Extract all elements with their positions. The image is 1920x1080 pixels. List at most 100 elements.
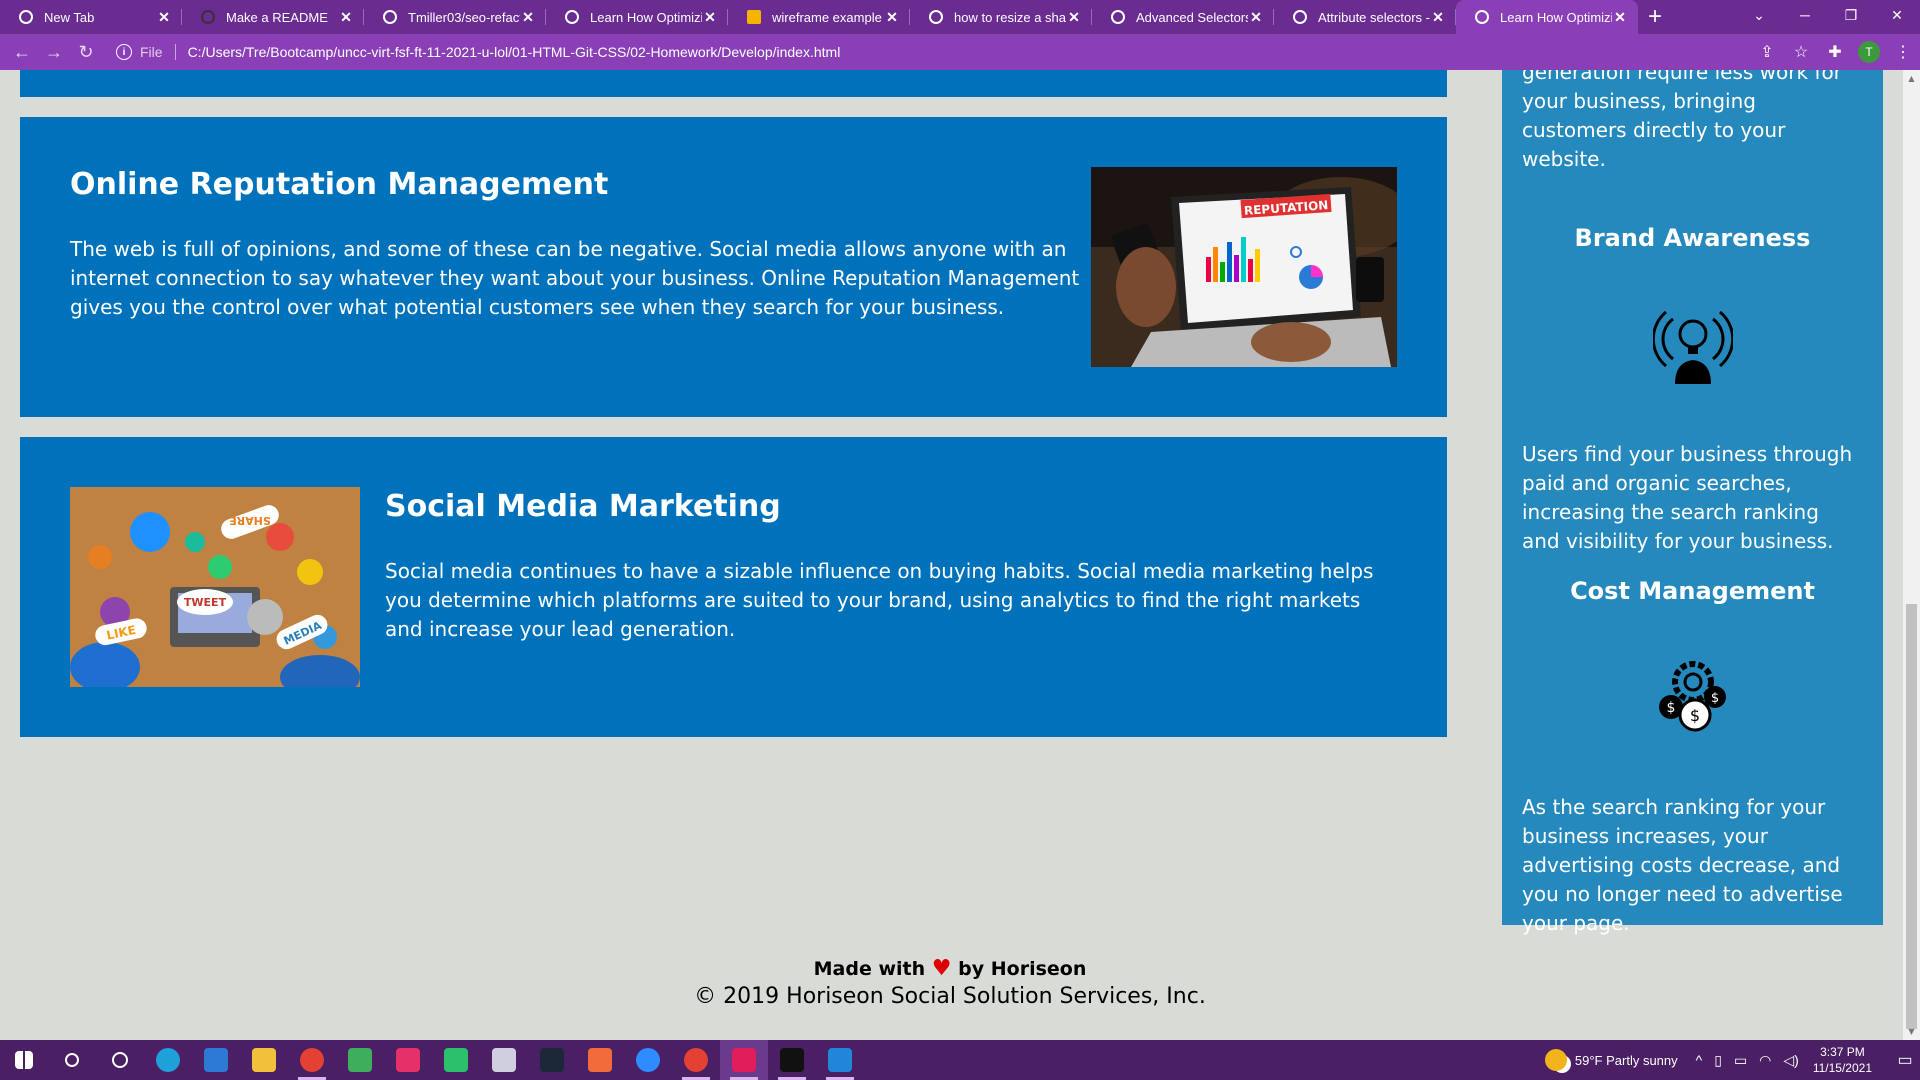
smm-paragraph: Social media continues to have a sizable… bbox=[385, 559, 1374, 641]
globe-icon bbox=[1110, 9, 1126, 25]
tab-close-icon[interactable]: ✕ bbox=[702, 9, 718, 26]
page-footer: Made with ♥ by Horiseon © 2019 Horiseon … bbox=[0, 955, 1900, 1011]
notification-icon[interactable]: ▭ bbox=[1890, 1050, 1920, 1070]
smm-heading: Social Media Marketing bbox=[385, 489, 781, 524]
vscode-icon[interactable] bbox=[816, 1040, 864, 1080]
tab-close-icon[interactable]: ✕ bbox=[1066, 9, 1082, 26]
browser-tab[interactable]: Advanced Selectors w✕ bbox=[1092, 0, 1274, 34]
robinhood-icon[interactable] bbox=[432, 1040, 480, 1080]
folder-icon[interactable] bbox=[480, 1040, 528, 1080]
minimize-button[interactable]: ─ bbox=[1782, 0, 1828, 30]
tab-title: Make a README bbox=[226, 9, 328, 25]
zoom-icon[interactable] bbox=[624, 1040, 672, 1080]
scroll-up-arrow-icon[interactable]: ▲ bbox=[1903, 70, 1920, 87]
git-icon[interactable] bbox=[336, 1040, 384, 1080]
browser-tab[interactable]: Make a README ✕ bbox=[182, 0, 364, 34]
tab-title: Attribute selectors - C bbox=[1318, 9, 1430, 25]
clock-time: 3:37 PM bbox=[1820, 1045, 1865, 1059]
tab-search-icon[interactable]: ⌄ bbox=[1736, 0, 1782, 30]
made-with-line: Made with ♥ by Horiseon bbox=[0, 955, 1900, 983]
page-viewport: Online Reputation Management The web is … bbox=[0, 70, 1920, 1040]
chrome-active-icon[interactable] bbox=[672, 1040, 720, 1080]
system-tray: 59°F Partly sunny ^ ▯ ▭ ◠ ◁) 3:37 PM 11/… bbox=[1544, 1040, 1920, 1080]
svg-text:$: $ bbox=[1667, 700, 1676, 716]
social-media-collage-image: SHARE TWEET LIKE MEDIA bbox=[70, 487, 360, 687]
tab-close-icon[interactable]: ✕ bbox=[1430, 9, 1446, 26]
tab-close-icon[interactable]: ✕ bbox=[156, 9, 172, 26]
cost-management-icon: $ $ $ bbox=[1659, 661, 1726, 732]
wifi-icon[interactable]: ◠ bbox=[1759, 1052, 1771, 1069]
edge-icon[interactable] bbox=[144, 1040, 192, 1080]
windows-start-icon[interactable] bbox=[0, 1040, 48, 1080]
scroll-down-arrow-icon[interactable]: ▼ bbox=[1903, 1023, 1920, 1040]
browser-tab[interactable]: wireframe example - G✕ bbox=[728, 0, 910, 34]
tray-icons: ^ ▯ ▭ ◠ ◁) bbox=[1696, 1052, 1799, 1069]
page-scrollbar[interactable]: ▲ ▼ bbox=[1903, 70, 1920, 1040]
file-explorer-icon[interactable] bbox=[240, 1040, 288, 1080]
close-window-button[interactable]: ✕ bbox=[1874, 0, 1920, 30]
brand-awareness-icon bbox=[1653, 310, 1733, 384]
address-divider bbox=[174, 44, 176, 60]
terminal-icon[interactable] bbox=[768, 1040, 816, 1080]
chrome-icon[interactable] bbox=[288, 1040, 336, 1080]
cost-management-heading: Cost Management bbox=[1570, 577, 1815, 605]
tab-title: Tmiller03/seo-refactor bbox=[408, 9, 520, 25]
tab-close-icon[interactable]: ✕ bbox=[1248, 9, 1264, 26]
back-button[interactable]: ← bbox=[6, 36, 38, 68]
svg-text:$: $ bbox=[1690, 706, 1700, 725]
tab-close-icon[interactable]: ✕ bbox=[338, 9, 354, 26]
copyright-text: © 2019 Horiseon Social Solution Services… bbox=[694, 984, 1206, 1009]
taskbar-clock[interactable]: 3:37 PM 11/15/2021 bbox=[1813, 1044, 1872, 1076]
address-bar[interactable]: i File C:/Users/Tre/Bootcamp/uncc-virt-f… bbox=[116, 38, 1816, 66]
tab-title: New Tab bbox=[44, 9, 95, 25]
bookmark-star-icon[interactable]: ☆ bbox=[1784, 42, 1818, 62]
tab-close-icon[interactable]: ✕ bbox=[1612, 9, 1628, 26]
benefits-sidebar: generation require less work for your bu… bbox=[1502, 70, 1883, 935]
browser-tab[interactable]: New Tab ✕ bbox=[0, 0, 182, 34]
browser-tab[interactable]: Tmiller03/seo-refactor✕ bbox=[364, 0, 546, 34]
restore-button[interactable]: ❐ bbox=[1828, 0, 1874, 30]
tab-close-icon[interactable]: ✕ bbox=[520, 9, 536, 26]
reload-button[interactable]: ↻ bbox=[70, 36, 102, 68]
search-icon[interactable] bbox=[48, 1040, 96, 1080]
tweet-tag: TWEET bbox=[177, 589, 233, 615]
toolbar-actions: ⇪ ☆ ✚ T ⋮ bbox=[1750, 34, 1920, 70]
tab-title: how to resize a shape bbox=[954, 9, 1066, 25]
tab-title: Learn How Optimizing bbox=[1500, 9, 1612, 25]
browser-tab[interactable]: how to resize a shape✕ bbox=[910, 0, 1092, 34]
menu-kebab-icon[interactable]: ⋮ bbox=[1886, 42, 1920, 62]
extensions-icon[interactable]: ✚ bbox=[1818, 42, 1852, 62]
mdn-icon bbox=[1292, 9, 1308, 25]
slack-icon[interactable] bbox=[720, 1040, 768, 1080]
tab-close-icon[interactable]: ✕ bbox=[884, 9, 900, 26]
postman-icon[interactable] bbox=[576, 1040, 624, 1080]
tab-title: Advanced Selectors w bbox=[1136, 9, 1248, 25]
online-reputation-section: Online Reputation Management The web is … bbox=[20, 117, 1447, 417]
mail-icon[interactable] bbox=[192, 1040, 240, 1080]
weather-widget[interactable]: 59°F Partly sunny bbox=[1544, 1049, 1678, 1071]
browser-tab[interactable]: Learn How Optimizing✕ bbox=[1456, 0, 1638, 34]
chevron-up-icon[interactable]: ^ bbox=[1696, 1052, 1703, 1069]
globe-icon bbox=[564, 9, 580, 25]
share-icon[interactable]: ⇪ bbox=[1750, 42, 1784, 62]
browser-tab-strip: New Tab ✕ Make a README ✕ Tmiller03/seo-refa… bbox=[0, 0, 1920, 34]
info-icon[interactable]: i bbox=[116, 44, 132, 60]
url-text[interactable]: C:/Users/Tre/Bootcamp/uncc-virt-fsf-ft-1… bbox=[188, 44, 841, 60]
volume-icon[interactable]: ◁) bbox=[1783, 1052, 1798, 1069]
tab-title: wireframe example - G bbox=[772, 9, 884, 25]
display-icon[interactable]: ▭ bbox=[1734, 1052, 1747, 1069]
heart-icon: ♥ bbox=[931, 956, 952, 981]
taskbar-apps bbox=[0, 1040, 864, 1080]
task-view-icon[interactable] bbox=[96, 1040, 144, 1080]
brand-awareness-heading: Brand Awareness bbox=[1574, 224, 1811, 252]
device-icon[interactable]: ▯ bbox=[1714, 1052, 1722, 1069]
scrollbar-thumb[interactable] bbox=[1906, 604, 1917, 1029]
steam-icon[interactable] bbox=[528, 1040, 576, 1080]
new-tab-button[interactable]: + bbox=[1638, 0, 1672, 34]
weather-text: 59°F Partly sunny bbox=[1574, 1052, 1678, 1068]
profile-avatar[interactable]: T bbox=[1858, 41, 1880, 63]
rubymine-icon[interactable] bbox=[384, 1040, 432, 1080]
browser-tab[interactable]: Attribute selectors - C✕ bbox=[1274, 0, 1456, 34]
forward-button[interactable]: → bbox=[38, 36, 70, 68]
browser-tab[interactable]: Learn How Optimizing✕ bbox=[546, 0, 728, 34]
